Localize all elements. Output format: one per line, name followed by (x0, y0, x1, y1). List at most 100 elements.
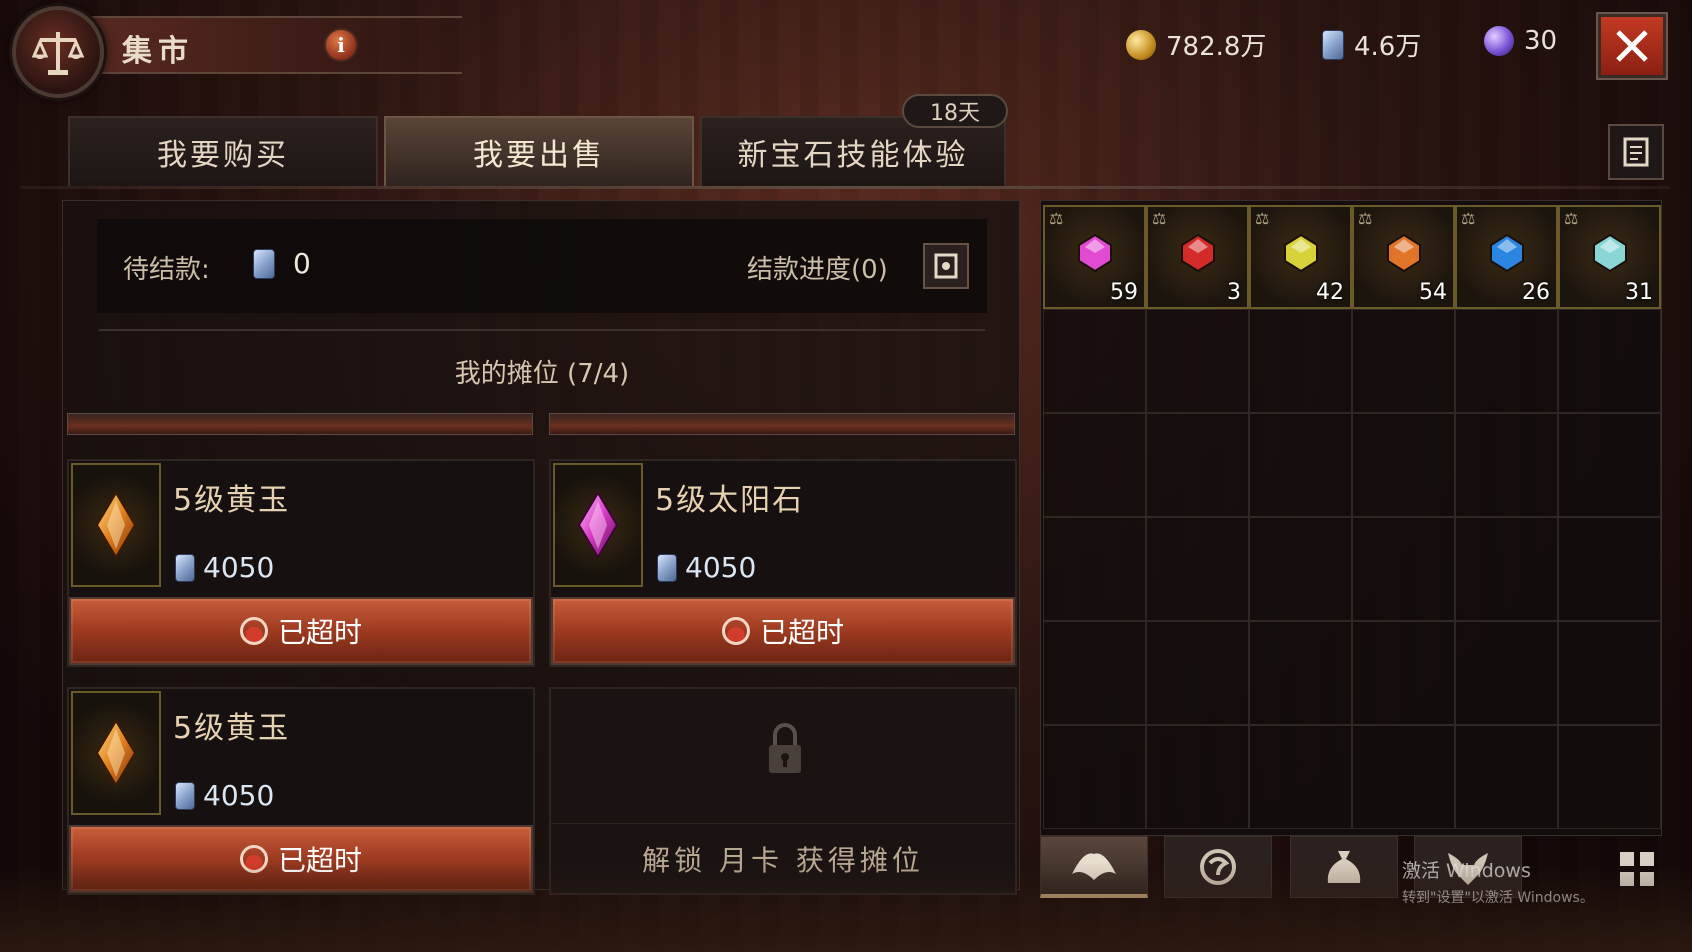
silver-ticket-icon (175, 553, 195, 582)
inventory-slot[interactable]: ⚖ 31 (1558, 205, 1661, 309)
inventory-slot[interactable] (1352, 621, 1455, 725)
inventory-slot[interactable] (1043, 621, 1146, 725)
page-title: 集市 (122, 34, 194, 69)
decorative-bar (549, 413, 1015, 435)
demon-category-icon (1448, 853, 1488, 885)
inventory-slot[interactable]: ⚖ 59 (1043, 205, 1146, 309)
bag-category-tab[interactable] (1290, 836, 1398, 898)
scales-icon (12, 6, 104, 98)
inventory-slot[interactable] (1249, 725, 1352, 829)
inventory-slot[interactable] (1558, 621, 1661, 725)
record-button[interactable] (1608, 124, 1664, 180)
item-icon-frame (553, 463, 643, 587)
timed-out-label: 已超时 (759, 616, 844, 649)
payment-progress-label: 结款进度(0) (747, 255, 888, 285)
silver-ticket-icon (175, 781, 195, 810)
timeout-icon (721, 617, 750, 645)
silver-currency: 4.6万 (1322, 26, 1421, 63)
topaz-gem-icon (95, 491, 137, 559)
inventory-slot[interactable] (1249, 413, 1352, 517)
item-quantity: 54 (1419, 280, 1447, 305)
payment-progress-button[interactable] (923, 243, 969, 289)
gold-coin-icon (1126, 29, 1156, 60)
inventory-slot[interactable] (1352, 413, 1455, 517)
price-row: 4050 (175, 551, 274, 584)
sunstone-gem-icon (577, 491, 619, 559)
inventory-slot[interactable] (1352, 725, 1455, 829)
gold-amount: 782.8万 (1166, 32, 1267, 62)
tab-sell[interactable]: 我要出售 (384, 116, 694, 186)
inventory-slot[interactable]: ⚖ 3 (1146, 205, 1249, 309)
inventory-slot[interactable] (1146, 413, 1249, 517)
unlock-stall-text: 解锁 月卡 获得摊位 (551, 823, 1015, 893)
red-gem-icon (1180, 233, 1215, 273)
stall-slot[interactable]: 5级黄玉 4050 已超时 (67, 459, 535, 667)
inventory-slot[interactable] (1249, 517, 1352, 621)
item-name: 5级黄玉 (173, 711, 291, 746)
rune-category-tab[interactable] (1164, 836, 1272, 898)
inventory-panel: ⚖ 59 ⚖ 3 ⚖ 42 ⚖ 54 ⚖ 26 ⚖ 31 (1040, 200, 1662, 836)
inventory-slot[interactable] (1146, 517, 1249, 621)
header-divider (20, 186, 1670, 189)
inventory-slot[interactable] (1043, 413, 1146, 517)
inventory-slot[interactable] (1558, 725, 1661, 829)
market-screen: 集市 i 782.8万 4.6万 30 18天 我要购买 我要出售 新宝石技能体… (0, 0, 1692, 952)
timed-out-button[interactable]: 已超时 (551, 597, 1015, 665)
pink-gem-icon (1077, 233, 1112, 273)
menu-grid-button[interactable] (1614, 846, 1660, 892)
silver-ticket-icon (1322, 29, 1344, 60)
stall-slot[interactable]: 5级黄玉 4050 已超时 (67, 687, 535, 895)
inventory-slot[interactable] (1558, 517, 1661, 621)
scroll-icon (934, 253, 958, 279)
close-button[interactable] (1598, 14, 1666, 78)
sell-panel: 待结款: 0 结款进度(0) 我的摊位 (7/4) 5级黄玉 4050 已超时 … (62, 200, 1020, 895)
inventory-slot[interactable]: ⚖ 42 (1249, 205, 1352, 309)
demon-category-tab[interactable] (1414, 836, 1522, 898)
scroll-icon (1623, 137, 1649, 167)
tradable-scales-icon: ⚖ (1152, 209, 1167, 228)
tab-buy[interactable]: 我要购买 (68, 116, 378, 186)
item-name: 5级太阳石 (655, 483, 805, 518)
inventory-slot[interactable] (1146, 621, 1249, 725)
cyan-gem-icon (1592, 233, 1627, 273)
gem-category-tab[interactable] (1040, 836, 1148, 898)
inventory-slot[interactable] (1455, 725, 1558, 829)
timed-out-button[interactable]: 已超时 (69, 825, 533, 893)
item-quantity: 59 (1110, 280, 1138, 305)
stall-slot[interactable]: 5级太阳石 4050 已超时 (549, 459, 1017, 667)
grid-icon (1620, 872, 1634, 886)
inventory-slot[interactable] (1249, 621, 1352, 725)
orb-currency: 30 (1484, 26, 1557, 56)
inventory-slot[interactable] (1558, 413, 1661, 517)
pending-payment-box: 待结款: 0 结款进度(0) (97, 219, 987, 313)
inventory-slot[interactable] (1455, 517, 1558, 621)
inventory-slot[interactable]: ⚖ 26 (1455, 205, 1558, 309)
item-price: 4050 (685, 551, 757, 584)
inventory-slot[interactable] (1455, 309, 1558, 413)
inventory-slot[interactable]: ⚖ 54 (1352, 205, 1455, 309)
inventory-slot[interactable] (1455, 413, 1558, 517)
locked-stall-slot[interactable]: 解锁 月卡 获得摊位 (549, 687, 1017, 895)
inventory-slot[interactable] (1043, 517, 1146, 621)
tradable-scales-icon: ⚖ (1358, 209, 1373, 228)
inventory-slot[interactable] (1043, 725, 1146, 829)
timed-out-button[interactable]: 已超时 (69, 597, 533, 665)
info-button[interactable]: i (324, 28, 358, 62)
inventory-slot[interactable] (1558, 309, 1661, 413)
inventory-slot[interactable] (1146, 309, 1249, 413)
price-row: 4050 (657, 551, 756, 584)
silver-ticket-icon (253, 249, 275, 279)
item-price: 4050 (203, 551, 275, 584)
decorative-bar (67, 413, 533, 435)
price-row: 4050 (175, 779, 274, 812)
inventory-slot[interactable] (1146, 725, 1249, 829)
pending-label: 待结款: (123, 255, 210, 285)
inventory-slot[interactable] (1043, 309, 1146, 413)
orb-amount: 30 (1524, 26, 1558, 56)
inventory-slot[interactable] (1249, 309, 1352, 413)
tradable-scales-icon: ⚖ (1461, 209, 1476, 228)
inventory-slot[interactable] (1352, 309, 1455, 413)
yellow-gem-icon (1283, 233, 1318, 273)
inventory-slot[interactable] (1455, 621, 1558, 725)
inventory-slot[interactable] (1352, 517, 1455, 621)
